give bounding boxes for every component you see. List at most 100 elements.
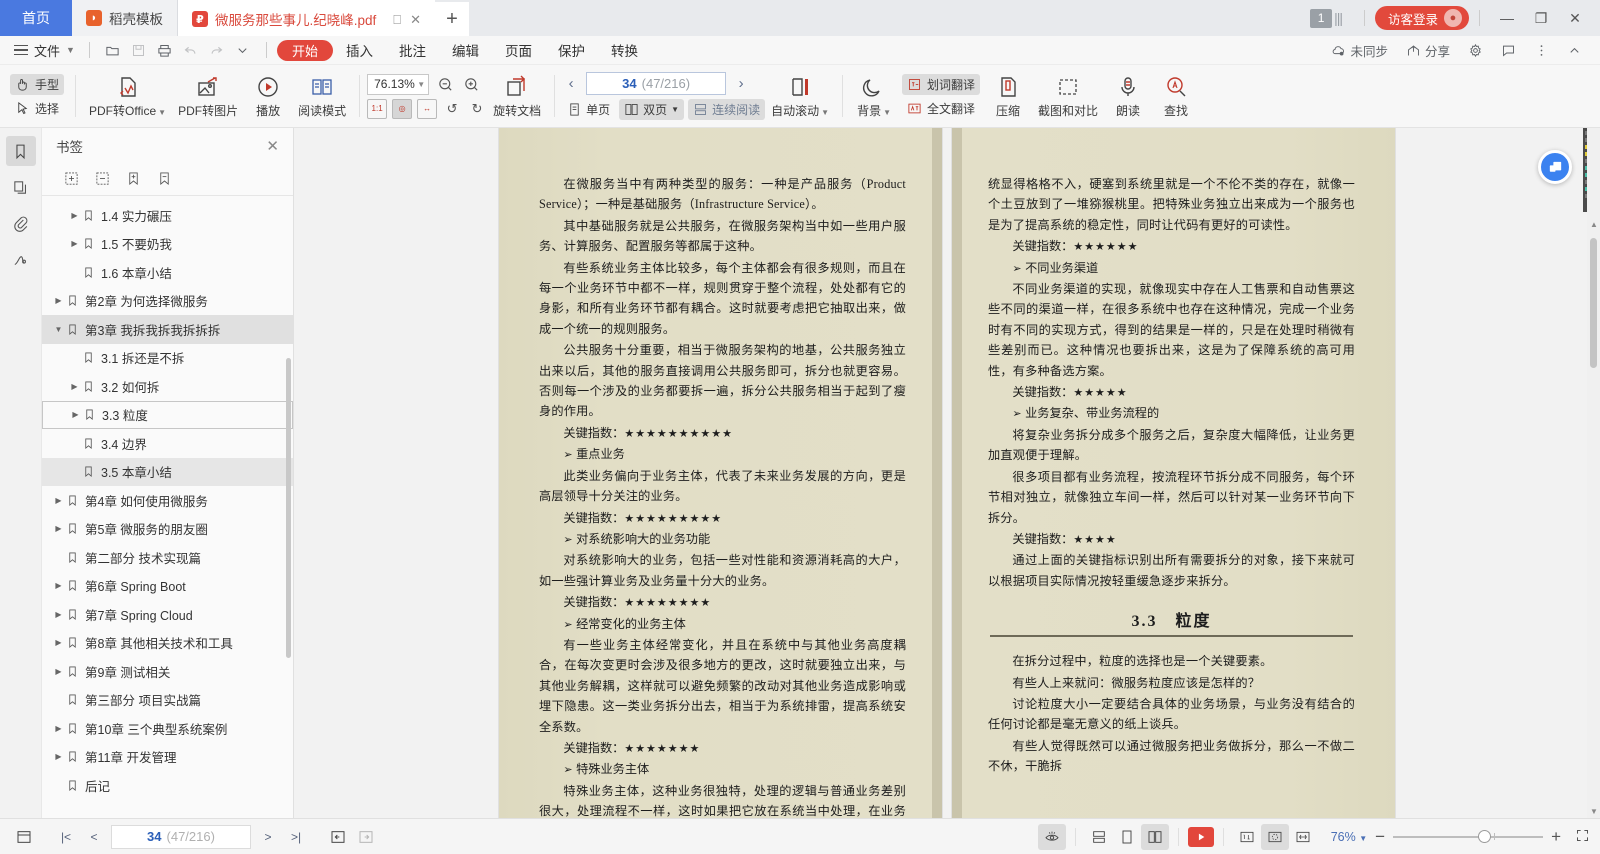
fit-width-button[interactable]: ↔ bbox=[417, 98, 438, 119]
menu-item-page[interactable]: 页面 bbox=[492, 36, 545, 65]
login-button[interactable]: 访客登录 ● bbox=[1374, 6, 1469, 30]
more-options-button[interactable] bbox=[1526, 36, 1557, 65]
zoom-out-button[interactable]: − bbox=[1375, 827, 1385, 847]
rail-thumbnail-button[interactable] bbox=[6, 172, 36, 202]
actual-size-status-button[interactable] bbox=[1233, 824, 1261, 850]
bookmark-item[interactable]: 后记 bbox=[42, 771, 293, 800]
single-page-toggle[interactable] bbox=[1113, 824, 1141, 850]
expand-all-icon[interactable] bbox=[64, 171, 79, 189]
collapse-ribbon-button[interactable] bbox=[1559, 36, 1590, 65]
select-tool-button[interactable]: 选择 bbox=[10, 98, 64, 119]
bookmark-item[interactable]: ▼ 第3章 我拆我拆我拆拆拆 bbox=[42, 315, 293, 344]
bookmark-twisty-icon[interactable]: ▶ bbox=[52, 638, 65, 647]
bookmark-item[interactable]: ▶ 1.5 不要奶我 bbox=[42, 230, 293, 259]
bookmark-item[interactable]: ▶ 第9章 测试相关 bbox=[42, 657, 293, 686]
zoom-out-icon[interactable] bbox=[435, 74, 455, 94]
viewer-scrollbar[interactable]: ▲ ▼ bbox=[1587, 128, 1600, 818]
status-zoom-percent[interactable]: 76% ▼ bbox=[1331, 830, 1367, 844]
go-forward-button[interactable] bbox=[352, 824, 380, 850]
bookmark-item[interactable]: ▶ 第2章 为何选择微服务 bbox=[42, 287, 293, 316]
background-button[interactable]: 背景 ▼ bbox=[850, 68, 898, 124]
menu-item-insert[interactable]: 插入 bbox=[333, 36, 386, 65]
bookmark-scrollbar[interactable] bbox=[286, 358, 291, 658]
rotate-document-button[interactable]: 旋转文档 bbox=[487, 68, 547, 124]
bookmark-item[interactable]: 1.6 本章小结 bbox=[42, 258, 293, 287]
continuous-read-button[interactable]: 连续阅读 bbox=[688, 99, 766, 120]
bookmark-twisty-icon[interactable]: ▶ bbox=[52, 296, 65, 305]
restore-button[interactable]: ❐ bbox=[1524, 3, 1558, 33]
bookmark-item[interactable]: ▶ 第11章 开发管理 bbox=[42, 743, 293, 772]
bookmark-twisty-icon[interactable]: ▶ bbox=[69, 410, 82, 419]
minimize-button[interactable]: — bbox=[1490, 3, 1524, 33]
bookmark-item[interactable]: ▶ 3.3 粒度 bbox=[42, 400, 293, 429]
bookmark-item[interactable]: ▶ 1.4 实力碾压 bbox=[42, 201, 293, 230]
prev-page-button[interactable]: < bbox=[80, 824, 108, 850]
last-page-button[interactable]: >| bbox=[282, 824, 310, 850]
bookmark-item[interactable]: ▶ 第7章 Spring Cloud bbox=[42, 600, 293, 629]
zoom-level-input[interactable]: 76.13% ▼ bbox=[367, 73, 430, 95]
rail-attachment-button[interactable] bbox=[6, 208, 36, 238]
bookmark-twisty-icon[interactable]: ▶ bbox=[52, 724, 65, 733]
next-page-button[interactable]: > bbox=[254, 824, 282, 850]
double-page-button[interactable]: 双页 ▼ bbox=[619, 99, 685, 120]
bookmark-twisty-icon[interactable]: ▶ bbox=[68, 382, 81, 391]
bookmark-twisty-icon[interactable]: ▶ bbox=[52, 581, 65, 590]
zoom-slider[interactable] bbox=[1393, 830, 1544, 844]
tab-dock-template[interactable]: ◗ 稻壳模板 bbox=[72, 0, 178, 36]
rail-signature-button[interactable] bbox=[6, 244, 36, 274]
bookmark-item[interactable]: ▶ 第6章 Spring Boot bbox=[42, 572, 293, 601]
word-translate-button[interactable]: 划词翻译 bbox=[902, 73, 981, 95]
actual-size-button[interactable]: 1:1 bbox=[367, 98, 388, 119]
bookmark-item[interactable]: ▶ 第5章 微服务的朋友圈 bbox=[42, 515, 293, 544]
find-button[interactable]: 查找 bbox=[1152, 68, 1200, 124]
go-back-button[interactable] bbox=[324, 824, 352, 850]
continuous-scroll-toggle[interactable] bbox=[1085, 824, 1113, 850]
open-file-icon[interactable] bbox=[100, 38, 126, 62]
first-page-button[interactable]: |< bbox=[52, 824, 80, 850]
print-icon[interactable] bbox=[152, 38, 178, 62]
pdf-to-office-button[interactable]: PDF转Office ▼ bbox=[83, 68, 172, 124]
single-page-button[interactable]: 单页 bbox=[562, 99, 615, 120]
bookmark-list[interactable]: ▶ 1.4 实力碾压 ▶ 1.5 不要奶我 1.6 本章小结 ▶ 第2章 为何选择微服务 ▼ 第… bbox=[42, 196, 293, 818]
bookmark-twisty-icon[interactable]: ▶ bbox=[68, 239, 81, 248]
rotate-right-icon[interactable]: ↻ bbox=[467, 99, 487, 119]
scroll-up-arrow[interactable]: ▲ bbox=[1590, 220, 1598, 229]
bookmark-twisty-icon[interactable]: ▶ bbox=[68, 211, 81, 220]
window-count-badge[interactable]: 1 bbox=[1310, 8, 1333, 28]
bookmark-item[interactable]: ▶ 第4章 如何使用微服务 bbox=[42, 486, 293, 515]
menu-item-edit[interactable]: 编辑 bbox=[439, 36, 492, 65]
compress-button[interactable]: 压缩 bbox=[984, 68, 1032, 124]
bookmark-item[interactable]: 第二部分 技术实现篇 bbox=[42, 543, 293, 572]
bookmark-item[interactable]: ▶ 第8章 其他相关技术和工具 bbox=[42, 629, 293, 658]
hand-tool-button[interactable]: 手型 bbox=[10, 73, 65, 95]
bookmark-item[interactable]: 3.4 边界 bbox=[42, 429, 293, 458]
menu-item-start[interactable]: 开始 bbox=[276, 39, 333, 61]
scroll-down-arrow[interactable]: ▼ bbox=[1590, 807, 1598, 816]
feedback-button[interactable] bbox=[1493, 36, 1524, 65]
redo-icon[interactable] bbox=[204, 38, 230, 62]
screenshot-compare-button[interactable]: 截图和对比 bbox=[1032, 68, 1104, 124]
menu-item-protect[interactable]: 保护 bbox=[545, 36, 598, 65]
bookmark-item[interactable]: ▶ 3.2 如何拆 bbox=[42, 372, 293, 401]
undo-icon[interactable] bbox=[178, 38, 204, 62]
fit-page-button[interactable]: ◎ bbox=[392, 98, 413, 119]
share-button[interactable]: 分享 bbox=[1398, 36, 1458, 65]
bookmark-item[interactable]: 3.1 拆还是不拆 bbox=[42, 344, 293, 373]
tab-pdf-document[interactable]: ₽ 微服务那些事儿.纪晓峰.pdf ⎕ ✕ bbox=[178, 0, 435, 36]
menu-item-convert[interactable]: 转换 bbox=[598, 36, 651, 65]
full-translate-button[interactable]: 全文翻译 bbox=[902, 98, 980, 119]
file-menu-button[interactable]: 文件 ▼ bbox=[10, 41, 79, 60]
sync-status[interactable]: 未同步 bbox=[1323, 36, 1396, 65]
auto-scroll-button[interactable]: 自动滚动 ▼ bbox=[765, 68, 835, 124]
tab-close-icon[interactable]: ✕ bbox=[410, 13, 421, 26]
bookmark-item[interactable]: 3.5 本章小结 bbox=[42, 457, 293, 486]
fit-width-status-button[interactable] bbox=[1289, 824, 1317, 850]
fit-page-status-button[interactable] bbox=[1260, 823, 1289, 850]
rotate-left-icon[interactable]: ↺ bbox=[442, 99, 462, 119]
collapse-all-icon[interactable] bbox=[95, 171, 110, 189]
play-button[interactable]: 播放 bbox=[244, 68, 292, 124]
status-play-button[interactable] bbox=[1187, 826, 1214, 847]
scrollbar-thumb[interactable] bbox=[1590, 238, 1597, 368]
tab-cast-icon[interactable]: ⎕ bbox=[393, 13, 401, 26]
toggle-panel-button[interactable] bbox=[10, 824, 38, 850]
